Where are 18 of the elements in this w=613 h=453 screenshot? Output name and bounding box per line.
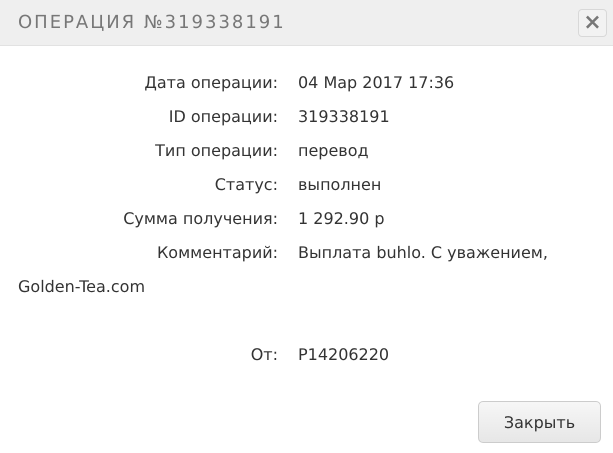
field-value: 319338191	[298, 107, 390, 126]
field-label: Статус:	[214, 174, 278, 196]
field-label: Сумма получения:	[122, 208, 278, 230]
field-label: Дата операции:	[143, 72, 278, 94]
field-value: перевод	[298, 141, 369, 160]
field-value: Golden-Tea.com	[18, 277, 146, 296]
field-label: Тип операции:	[154, 140, 278, 162]
dialog-title: ОПЕРАЦИЯ №319338191	[18, 12, 286, 33]
field-label: От:	[250, 344, 278, 366]
field-value: P14206220	[298, 345, 390, 364]
close-dialog-button[interactable]: Закрыть	[478, 401, 601, 443]
field-label: Комментарий:	[156, 242, 278, 264]
field-value: 1 292.90 р	[298, 209, 384, 228]
field-label: ID операции:	[168, 106, 278, 128]
field-value: 04 Мар 2017 17:36	[298, 73, 454, 92]
field-value: Выплата buhlo. С уважением,	[298, 243, 548, 262]
close-button[interactable]: ×	[578, 8, 607, 36]
field-value: выполнен	[298, 175, 382, 194]
